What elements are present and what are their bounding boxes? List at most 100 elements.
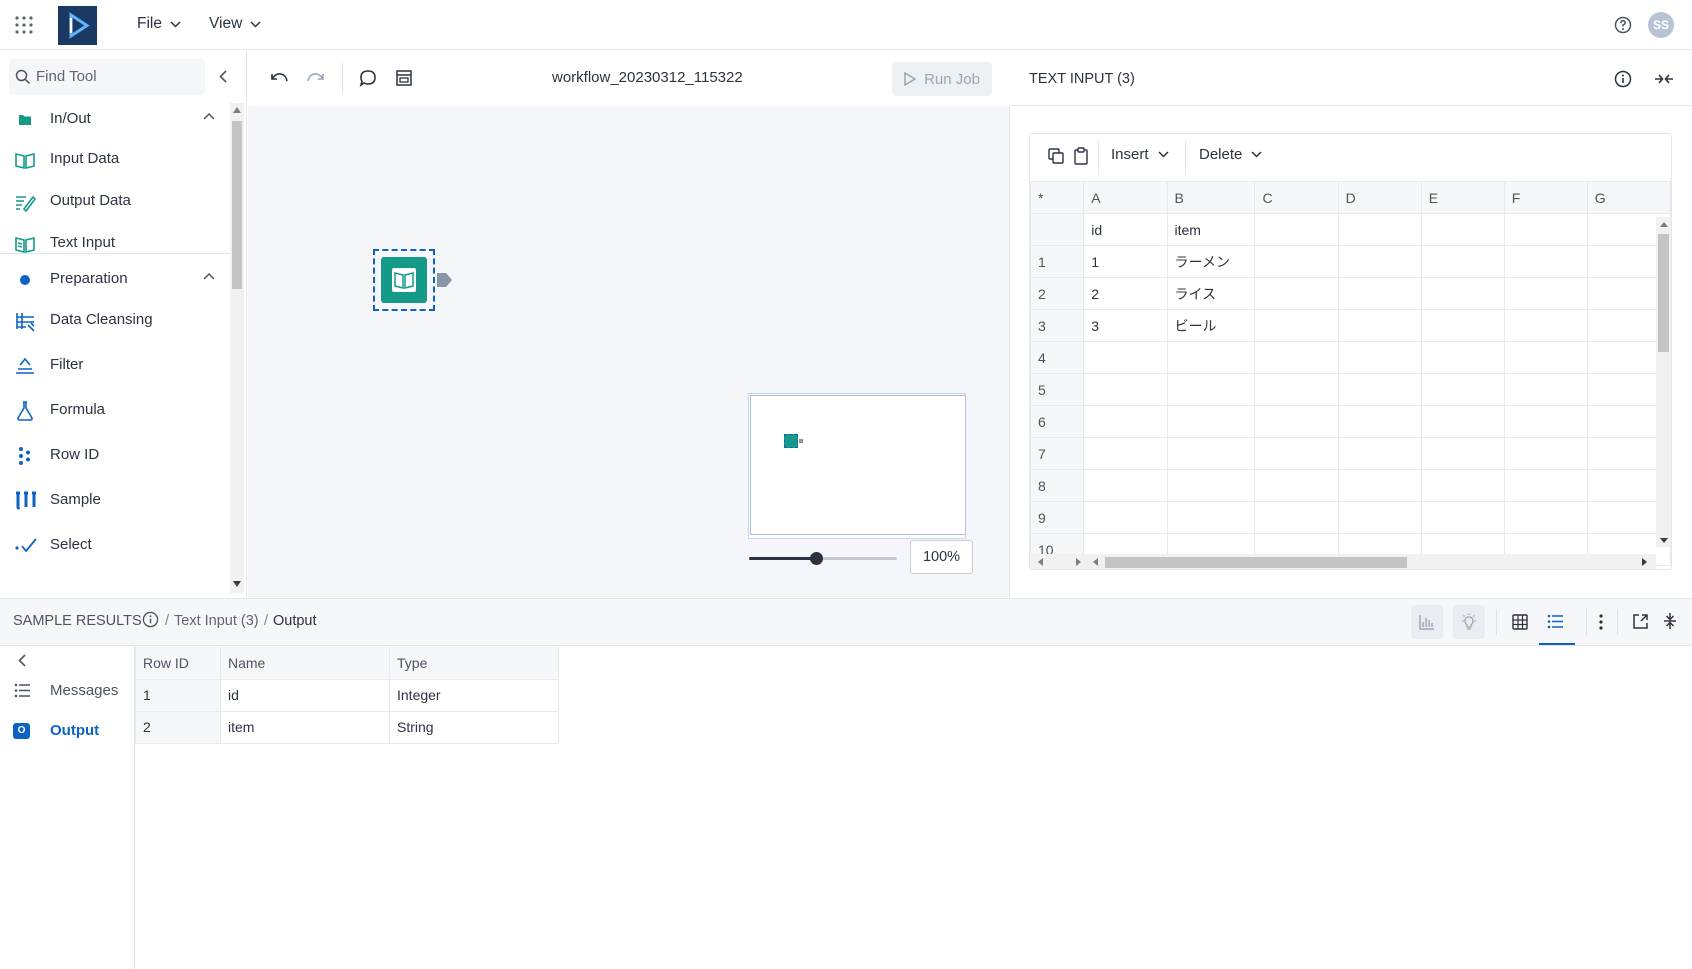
grid-column-header[interactable]: E: [1420, 181, 1505, 214]
results-column-header[interactable]: Name: [220, 647, 390, 680]
grid-cell[interactable]: [1420, 309, 1505, 342]
grid-cell[interactable]: [1503, 341, 1588, 374]
grid-row-number[interactable]: 5: [1030, 373, 1085, 406]
grid-cell[interactable]: ビール: [1166, 309, 1256, 342]
grid-cell[interactable]: [1337, 405, 1422, 438]
grid-field-name-cell[interactable]: [1337, 213, 1422, 246]
workflow-canvas[interactable]: 100%: [248, 106, 1010, 597]
grid-cell[interactable]: [1503, 277, 1588, 310]
table-cell[interactable]: id: [220, 678, 390, 712]
grid-cell[interactable]: [1503, 245, 1588, 278]
tool-select[interactable]: Select: [0, 525, 230, 565]
grid-column-header[interactable]: B: [1166, 181, 1256, 214]
grid-cell[interactable]: [1254, 341, 1339, 374]
grid-cell[interactable]: [1083, 437, 1168, 470]
grid-cell[interactable]: [1254, 405, 1339, 438]
grid-cell[interactable]: [1083, 469, 1168, 502]
find-tool-search[interactable]: Find Tool: [9, 59, 205, 95]
grid-cell[interactable]: [1503, 373, 1588, 406]
scroll-up-arrow-icon[interactable]: [1660, 222, 1668, 227]
grid-column-header[interactable]: C: [1254, 181, 1339, 214]
view-menu[interactable]: View: [209, 15, 261, 33]
scroll-up-arrow-icon[interactable]: [233, 107, 241, 113]
grid-cell[interactable]: [1254, 469, 1339, 502]
app-launcher-icon[interactable]: [15, 16, 33, 34]
grid-field-name-cell[interactable]: item: [1166, 213, 1256, 246]
scroll-right-arrow-icon[interactable]: [1642, 558, 1647, 566]
redo-icon[interactable]: [306, 70, 326, 86]
tool-output-data[interactable]: Output Data: [0, 181, 230, 221]
grid-field-name-cell[interactable]: [1254, 213, 1339, 246]
grid-cell[interactable]: ラーメン: [1166, 245, 1256, 278]
grid-cell[interactable]: [1254, 501, 1339, 534]
grid-cell[interactable]: [1337, 341, 1422, 374]
grid-cell[interactable]: [1420, 437, 1505, 470]
scroll-left-arrow-icon[interactable]: [1038, 558, 1043, 566]
grid-cell[interactable]: [1337, 469, 1422, 502]
grid-cell[interactable]: [1254, 245, 1339, 278]
list-view-icon[interactable]: [1547, 614, 1564, 629]
insights-button[interactable]: [1453, 605, 1485, 639]
run-job-button[interactable]: Run Job: [892, 62, 992, 96]
scrollbar-thumb[interactable]: [1105, 557, 1407, 568]
grid-cell[interactable]: [1166, 501, 1256, 534]
app-logo[interactable]: [58, 6, 97, 45]
scroll-right-arrow-icon[interactable]: [1076, 558, 1081, 566]
chevron-up-icon[interactable]: [203, 272, 215, 280]
grid-cell[interactable]: [1503, 501, 1588, 534]
grid-cell[interactable]: [1420, 245, 1505, 278]
grid-cell[interactable]: [1420, 341, 1505, 374]
scrollbar-thumb[interactable]: [232, 121, 242, 289]
breadcrumb-tool[interactable]: Text Input (3): [174, 613, 259, 629]
grid-column-header[interactable]: F: [1503, 181, 1588, 214]
scroll-left-arrow-icon[interactable]: [1093, 558, 1098, 566]
text-input-tool-node[interactable]: [373, 249, 435, 311]
collapse-arrows-icon[interactable]: [1654, 71, 1674, 87]
grid-row-number[interactable]: 4: [1030, 341, 1085, 374]
chevron-left-icon[interactable]: [18, 654, 26, 667]
paste-icon[interactable]: [1072, 146, 1090, 166]
zoom-slider-thumb[interactable]: [809, 552, 823, 565]
table-cell[interactable]: 1: [135, 678, 221, 712]
grid-cell[interactable]: [1503, 469, 1588, 502]
collapse-panel-icon[interactable]: [219, 70, 227, 83]
results-column-header[interactable]: Row ID: [135, 647, 221, 680]
scrollbar-thumb[interactable]: [1658, 234, 1669, 352]
undo-icon[interactable]: [269, 70, 289, 86]
grid-row-number[interactable]: [1030, 213, 1085, 246]
more-options-icon[interactable]: [1599, 614, 1603, 630]
open-external-icon[interactable]: [1632, 613, 1649, 630]
tool-sample[interactable]: Sample: [0, 480, 230, 520]
table-cell[interactable]: 2: [135, 710, 221, 744]
grid-row-number[interactable]: 7: [1030, 437, 1085, 470]
grid-cell[interactable]: [1420, 373, 1505, 406]
insert-dropdown[interactable]: Insert: [1111, 146, 1169, 163]
grid-cell[interactable]: [1166, 341, 1256, 374]
grid-cell[interactable]: [1083, 341, 1168, 374]
grid-cell[interactable]: [1083, 405, 1168, 438]
grid-cell[interactable]: [1420, 469, 1505, 502]
tool-row-id[interactable]: Row ID: [0, 435, 230, 475]
grid-field-name-cell[interactable]: [1420, 213, 1505, 246]
info-icon[interactable]: [142, 611, 159, 628]
grid-cell[interactable]: 1: [1083, 245, 1168, 278]
grid-cell[interactable]: [1083, 501, 1168, 534]
tool-text-input[interactable]: Text Input: [0, 223, 230, 263]
container-icon[interactable]: [394, 68, 414, 88]
grid-column-header[interactable]: G: [1586, 181, 1671, 214]
grid-cell[interactable]: ライス: [1166, 277, 1256, 310]
grid-cell[interactable]: [1420, 501, 1505, 534]
tool-formula[interactable]: Formula: [0, 390, 230, 430]
grid-cell[interactable]: [1420, 277, 1505, 310]
file-menu[interactable]: File: [137, 15, 181, 33]
grid-view-icon[interactable]: [1512, 614, 1528, 630]
grid-row-number[interactable]: 1: [1030, 245, 1085, 278]
grid-cell[interactable]: [1337, 373, 1422, 406]
grid-row-number[interactable]: 2: [1030, 277, 1085, 310]
grid-column-header[interactable]: A: [1083, 181, 1168, 214]
tool-data-cleansing[interactable]: Data Cleansing: [0, 300, 230, 340]
grid-row-number[interactable]: 8: [1030, 469, 1085, 502]
comment-icon[interactable]: [358, 68, 378, 88]
grid-cell[interactable]: 2: [1083, 277, 1168, 310]
chart-view-button[interactable]: [1411, 605, 1443, 639]
